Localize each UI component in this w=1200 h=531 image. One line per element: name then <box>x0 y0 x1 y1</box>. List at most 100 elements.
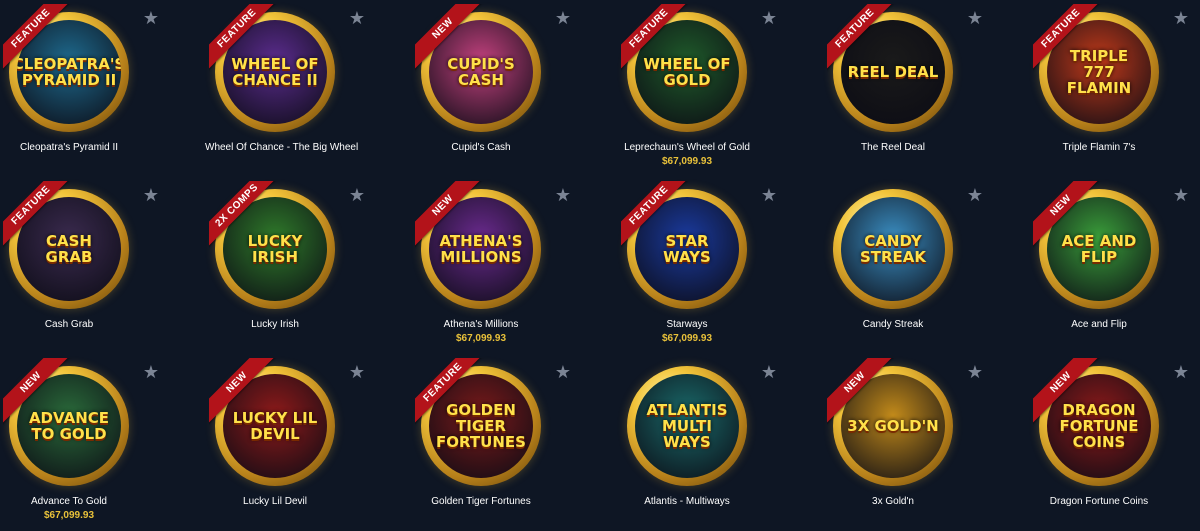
game-art: Reel Deal <box>841 20 945 124</box>
game-name[interactable]: Dragon Fortune Coins <box>1029 496 1169 507</box>
game-thumbnail[interactable]: Cash Grab <box>9 189 129 309</box>
game-thumbnail[interactable]: Athena's Millions <box>421 189 541 309</box>
game-thumbnail[interactable]: Lucky Lil Devil <box>215 366 335 486</box>
game-thumbnail[interactable]: Ace and Flip <box>1039 189 1159 309</box>
game-art: Dragon Fortune Coins <box>1047 374 1151 478</box>
game-logo: Triple 777 Flamin <box>1066 47 1132 97</box>
game-tile[interactable]: Atlantis Multi Ways ★ Atlantis - Multiways <box>617 354 823 531</box>
game-name[interactable]: The Reel Deal <box>823 142 963 153</box>
game-tile[interactable]: Reel Deal FEATURE ★ The Reel Deal <box>823 0 1029 177</box>
game-tile[interactable]: Wheel of Chance II FEATURE ★ Wheel Of Chanc… <box>205 0 411 177</box>
game-tile[interactable]: Dragon Fortune Coins NEW ★ Dragon Fortune C… <box>1029 354 1200 531</box>
jackpot-amount: $67,099.93 <box>661 333 713 344</box>
game-art: Candy Streak <box>841 197 945 301</box>
game-art: Golden Tiger Fortunes <box>429 374 533 478</box>
game-art: Cleopatra's Pyramid II <box>17 20 121 124</box>
game-name[interactable]: Lucky Irish <box>205 319 345 330</box>
game-thumbnail[interactable]: Candy Streak <box>833 189 953 309</box>
game-art: Athena's Millions <box>429 197 533 301</box>
game-name[interactable]: Lucky Lil Devil <box>205 496 345 507</box>
game-art: Lucky Irish <box>223 197 327 301</box>
game-thumbnail[interactable]: 3X Gold'n <box>833 366 953 486</box>
game-name[interactable]: Wheel Of Chance - The Big Wheel <box>205 142 358 153</box>
game-tile[interactable]: 3X Gold'n NEW ★ 3x Gold'n <box>823 354 1029 531</box>
game-name[interactable]: Cleopatra's Pyramid II <box>0 142 139 153</box>
game-name[interactable]: Ace and Flip <box>1029 319 1169 330</box>
game-thumbnail[interactable]: Reel Deal <box>833 12 953 132</box>
star-icon[interactable]: ★ <box>760 10 778 28</box>
star-icon[interactable]: ★ <box>966 364 984 382</box>
game-art: Ace and Flip <box>1047 197 1151 301</box>
game-tile[interactable]: Lucky Irish 2X COMPS ★ Lucky Irish <box>205 177 411 354</box>
game-thumbnail[interactable]: Atlantis Multi Ways <box>627 366 747 486</box>
game-art: Advance To Gold <box>17 374 121 478</box>
game-tile[interactable]: Candy Streak ★ Candy Streak <box>823 177 1029 354</box>
game-name[interactable]: Candy Streak <box>823 319 963 330</box>
game-thumbnail[interactable]: Cupid's Cash <box>421 12 541 132</box>
game-thumbnail[interactable]: Star Ways <box>627 189 747 309</box>
game-name[interactable]: Advance To Gold <box>0 496 139 507</box>
game-tile[interactable]: Cupid's Cash NEW ★ Cupid's Cash <box>411 0 617 177</box>
game-thumbnail[interactable]: Golden Tiger Fortunes <box>421 366 541 486</box>
game-logo: Advance To Gold <box>28 409 110 443</box>
star-icon[interactable]: ★ <box>760 364 778 382</box>
star-icon[interactable]: ★ <box>142 364 160 382</box>
game-tile[interactable]: Wheel of Gold FEATURE ★ Leprechaun's Wheel … <box>617 0 823 177</box>
game-logo: Lucky Lil Devil <box>232 409 318 443</box>
star-icon[interactable]: ★ <box>1172 187 1190 205</box>
game-logo: Wheel of Chance II <box>231 55 319 89</box>
star-icon[interactable]: ★ <box>142 187 160 205</box>
star-icon[interactable]: ★ <box>348 187 366 205</box>
game-tile[interactable]: Ace and Flip NEW ★ Ace and Flip <box>1029 177 1200 354</box>
star-icon[interactable]: ★ <box>554 364 572 382</box>
game-thumbnail[interactable]: Dragon Fortune Coins <box>1039 366 1159 486</box>
star-icon[interactable]: ★ <box>760 187 778 205</box>
game-logo: 3X Gold'n <box>847 417 939 435</box>
game-name[interactable]: Cupid's Cash <box>411 142 551 153</box>
game-thumbnail[interactable]: Triple 777 Flamin <box>1039 12 1159 132</box>
game-logo: Dragon Fortune Coins <box>1059 401 1139 451</box>
game-logo: Golden Tiger Fortunes <box>436 401 526 451</box>
game-logo: Atlantis Multi Ways <box>646 401 728 451</box>
game-art: Wheel of Gold <box>635 20 739 124</box>
game-thumbnail[interactable]: Lucky Irish <box>215 189 335 309</box>
game-art: Lucky Lil Devil <box>223 374 327 478</box>
game-logo: Reel Deal <box>847 63 939 81</box>
game-name[interactable]: Atlantis - Multiways <box>617 496 757 507</box>
game-thumbnail[interactable]: Advance To Gold <box>9 366 129 486</box>
star-icon[interactable]: ★ <box>966 10 984 28</box>
star-icon[interactable]: ★ <box>966 187 984 205</box>
jackpot-amount: $67,099.93 <box>43 510 95 521</box>
star-icon[interactable]: ★ <box>142 10 160 28</box>
game-tile[interactable]: Triple 777 Flamin FEATURE ★ Triple Flamin 7… <box>1029 0 1200 177</box>
game-logo: Star Ways <box>663 232 711 266</box>
game-tile[interactable]: Athena's Millions NEW ★ Athena's Millions $6… <box>411 177 617 354</box>
game-name[interactable]: Athena's Millions <box>411 319 551 330</box>
game-thumbnail[interactable]: Wheel of Chance II <box>215 12 335 132</box>
game-name[interactable]: Starways <box>617 319 757 330</box>
jackpot-amount: $67,099.93 <box>455 333 507 344</box>
game-name[interactable]: Golden Tiger Fortunes <box>411 496 551 507</box>
star-icon[interactable]: ★ <box>1172 10 1190 28</box>
game-tile[interactable]: Star Ways FEATURE ★ Starways $67,099.93 <box>617 177 823 354</box>
game-name[interactable]: 3x Gold'n <box>823 496 963 507</box>
game-tile[interactable]: Lucky Lil Devil NEW ★ Lucky Lil Devil <box>205 354 411 531</box>
game-thumbnail[interactable]: Cleopatra's Pyramid II <box>9 12 129 132</box>
star-icon[interactable]: ★ <box>348 364 366 382</box>
game-art: 3X Gold'n <box>841 374 945 478</box>
game-name[interactable]: Cash Grab <box>0 319 139 330</box>
game-tile[interactable]: Golden Tiger Fortunes FEATURE ★ Golden Tige… <box>411 354 617 531</box>
star-icon[interactable]: ★ <box>1172 364 1190 382</box>
game-thumbnail[interactable]: Wheel of Gold <box>627 12 747 132</box>
star-icon[interactable]: ★ <box>554 187 572 205</box>
game-tile[interactable]: Cash Grab FEATURE ★ Cash Grab <box>0 177 205 354</box>
game-tile[interactable]: Advance To Gold NEW ★ Advance To Gold $67,09… <box>0 354 205 531</box>
game-logo: Wheel of Gold <box>643 55 731 89</box>
game-tile[interactable]: Cleopatra's Pyramid II FEATURE ★ Cleopatra'… <box>0 0 205 177</box>
game-logo: Athena's Millions <box>439 232 523 266</box>
star-icon[interactable]: ★ <box>348 10 366 28</box>
game-name[interactable]: Leprechaun's Wheel of Gold <box>617 142 757 153</box>
game-logo: Lucky Irish <box>247 232 303 266</box>
star-icon[interactable]: ★ <box>554 10 572 28</box>
game-name[interactable]: Triple Flamin 7's <box>1029 142 1169 153</box>
